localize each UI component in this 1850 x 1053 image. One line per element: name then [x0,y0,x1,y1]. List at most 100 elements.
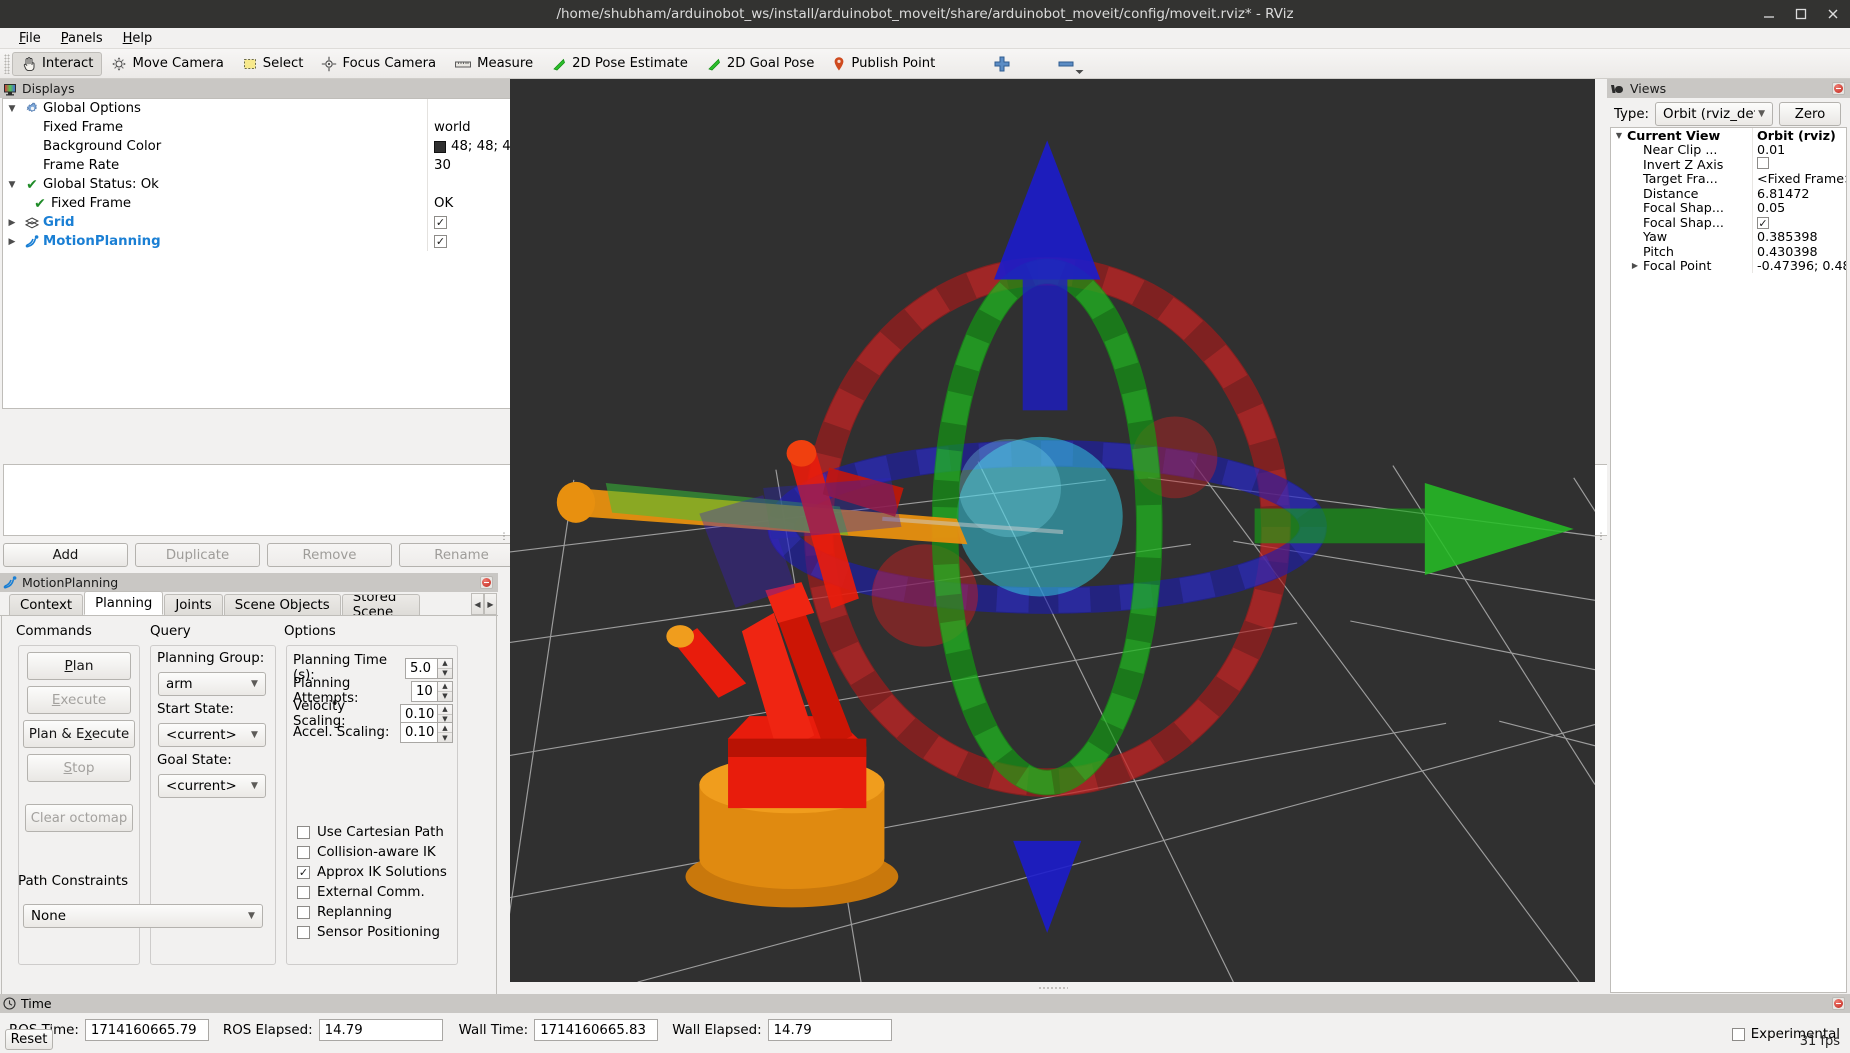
tool-focus-camera[interactable]: Focus Camera [312,52,445,76]
external-comm-checkbox-row[interactable]: External Comm. [297,882,447,902]
zero-button[interactable]: Zero [1779,102,1842,126]
planning-group-select[interactable]: arm ▼ [158,672,266,696]
replanning-checkbox-row[interactable]: Replanning [297,902,447,922]
add-button[interactable]: Add [3,543,128,567]
plan-button[interactable]: Plan [27,652,131,680]
start-state-select[interactable]: <current> ▼ [158,723,266,747]
spin-up-icon[interactable]: ▲ [438,705,452,715]
tool-interact[interactable]: Interact [12,51,103,76]
views-row-target-frame[interactable]: Target Fra... <Fixed Frame> [1611,171,1846,186]
twisty-right-icon[interactable]: ▶ [3,218,21,228]
invert-z-axis-checkbox[interactable] [1757,156,1769,169]
views-row-yaw[interactable]: Yaw 0.385398 [1611,229,1846,244]
views-row-invert-z[interactable]: Invert Z Axis [1611,156,1846,172]
focal-shape-fixed-size-checkbox[interactable]: ✓ [1757,217,1769,230]
views-value[interactable]: <Fixed Frame> [1753,171,1846,186]
tab-stored-scene[interactable]: Stored Scene [341,594,420,615]
views-row-focal-point[interactable]: ▶Focal Point -0.47396; 0.4894... [1611,258,1846,273]
accel-scaling-stepper[interactable]: 0.10 ▲ ▼ [400,722,453,743]
maximize-icon[interactable] [1794,7,1808,21]
execute-button[interactable]: Execute [27,686,131,714]
spin-up-icon[interactable]: ▲ [438,682,452,692]
view-type-select[interactable]: Orbit (rviz_defau ▼ [1655,102,1774,126]
left-splitter-handle[interactable]: ⋮ [498,79,510,994]
menu-help[interactable]: Help [113,30,163,47]
plan-and-execute-button[interactable]: Plan & Execute [23,720,135,748]
tool-2d-goal-pose[interactable]: 2D Goal Pose [697,52,824,76]
views-row-focal-shape-fixed[interactable]: Focal Shap... ✓ [1611,215,1846,230]
views-tree[interactable]: ▼ Current View Orbit (rviz) Near Clip ...… [1610,127,1847,993]
menu-file[interactable]: File [9,30,51,47]
close-icon[interactable] [1826,7,1840,21]
twisty-down-icon[interactable]: ▼ [1611,131,1627,140]
approx-ik-solutions-checkbox-row[interactable]: ✓ Approx IK Solutions [297,862,447,882]
tool-move-camera[interactable]: Move Camera [102,52,232,76]
3d-viewport[interactable] [510,79,1595,982]
ros-time-input[interactable]: 1714160665.79 [84,1019,209,1041]
tool-2d-pose-estimate[interactable]: 2D Pose Estimate [542,52,697,76]
views-row-current-view[interactable]: ▼ Current View Orbit (rviz) [1611,128,1846,143]
close-panel-icon[interactable] [1832,82,1845,95]
views-value[interactable]: 0.01 [1753,142,1846,157]
remove-tool-button[interactable] [1048,52,1084,76]
chevron-left-icon[interactable]: ◀ [471,593,484,615]
accel-scaling-input[interactable]: 0.10 [400,722,438,743]
twisty-right-icon[interactable]: ▶ [1627,261,1643,270]
spin-down-icon[interactable]: ▼ [438,733,452,742]
tool-select[interactable]: Select [233,52,313,76]
color-swatch[interactable] [434,140,446,153]
right-splitter-handle[interactable]: ⋮ [1595,79,1607,994]
clear-octomap-button[interactable]: Clear octomap [25,804,133,832]
path-constraints-select[interactable]: None ▼ [23,904,263,928]
twisty-down-icon[interactable]: ▼ [3,104,21,114]
twisty-down-icon[interactable]: ▼ [3,180,21,190]
views-value[interactable]: -0.47396; 0.4894... [1753,258,1846,273]
stop-button[interactable]: Stop [27,754,131,782]
remove-button[interactable]: Remove [267,543,392,567]
tab-scene-objects[interactable]: Scene Objects [223,594,341,615]
use-cartesian-path-checkbox[interactable] [297,825,310,839]
spin-up-icon[interactable]: ▲ [438,723,452,733]
goal-state-select[interactable]: <current> ▼ [158,774,266,798]
views-value[interactable]: 6.81472 [1753,186,1846,201]
views-row-near-clip[interactable]: Near Clip ... 0.01 [1611,142,1846,157]
tab-context[interactable]: Context [9,594,84,615]
ros-elapsed-input[interactable]: 14.79 [318,1019,443,1041]
views-value[interactable]: 0.430398 [1753,244,1846,259]
close-panel-icon[interactable] [480,576,493,589]
tool-measure[interactable]: Measure [445,52,542,76]
reset-button[interactable]: Reset [5,1029,53,1050]
chevron-right-icon[interactable]: ▶ [484,593,497,615]
grid-enabled-checkbox[interactable]: ✓ [434,216,447,229]
twisty-right-icon[interactable]: ▶ [3,237,21,247]
minimize-icon[interactable] [1762,7,1776,21]
menu-panels[interactable]: Panels [51,30,113,47]
external-comm-checkbox[interactable] [297,885,310,899]
bottom-splitter-handle[interactable] [510,982,1595,994]
use-cartesian-path-checkbox-row[interactable]: Use Cartesian Path [297,822,447,842]
wall-elapsed-input[interactable]: 14.79 [767,1019,892,1041]
tab-planning[interactable]: Planning [84,591,164,615]
motionplanning-enabled-checkbox[interactable]: ✓ [434,235,447,248]
experimental-checkbox[interactable] [1731,1028,1745,1041]
collision-aware-ik-checkbox-row[interactable]: Collision-aware IK [297,842,447,862]
sensor-positioning-checkbox-row[interactable]: Sensor Positioning [297,922,447,942]
views-row-focal-shape-size[interactable]: Focal Shap... 0.05 [1611,200,1846,215]
views-value[interactable]: 0.05 [1753,200,1846,215]
close-panel-icon[interactable] [1832,997,1845,1010]
views-row-pitch[interactable]: Pitch 0.430398 [1611,244,1846,259]
sensor-positioning-checkbox[interactable] [297,925,310,939]
approx-ik-solutions-checkbox[interactable]: ✓ [297,865,310,879]
tab-joints[interactable]: Joints [164,594,223,615]
views-value[interactable]: 0.385398 [1753,229,1846,244]
wall-time-input[interactable]: 1714160665.83 [534,1019,659,1041]
toolbar-grip[interactable] [4,53,10,74]
collision-aware-ik-checkbox[interactable] [297,845,310,859]
views-row-distance[interactable]: Distance 6.81472 [1611,186,1846,201]
tool-publish-point[interactable]: Publish Point [823,52,944,76]
duplicate-button[interactable]: Duplicate [135,543,260,567]
spin-up-icon[interactable]: ▲ [438,659,452,669]
add-tool-button[interactable] [984,52,1020,76]
motion-planning-tabs: Context Planning Joints Scene Objects St… [0,591,498,616]
replanning-checkbox[interactable] [297,905,310,919]
